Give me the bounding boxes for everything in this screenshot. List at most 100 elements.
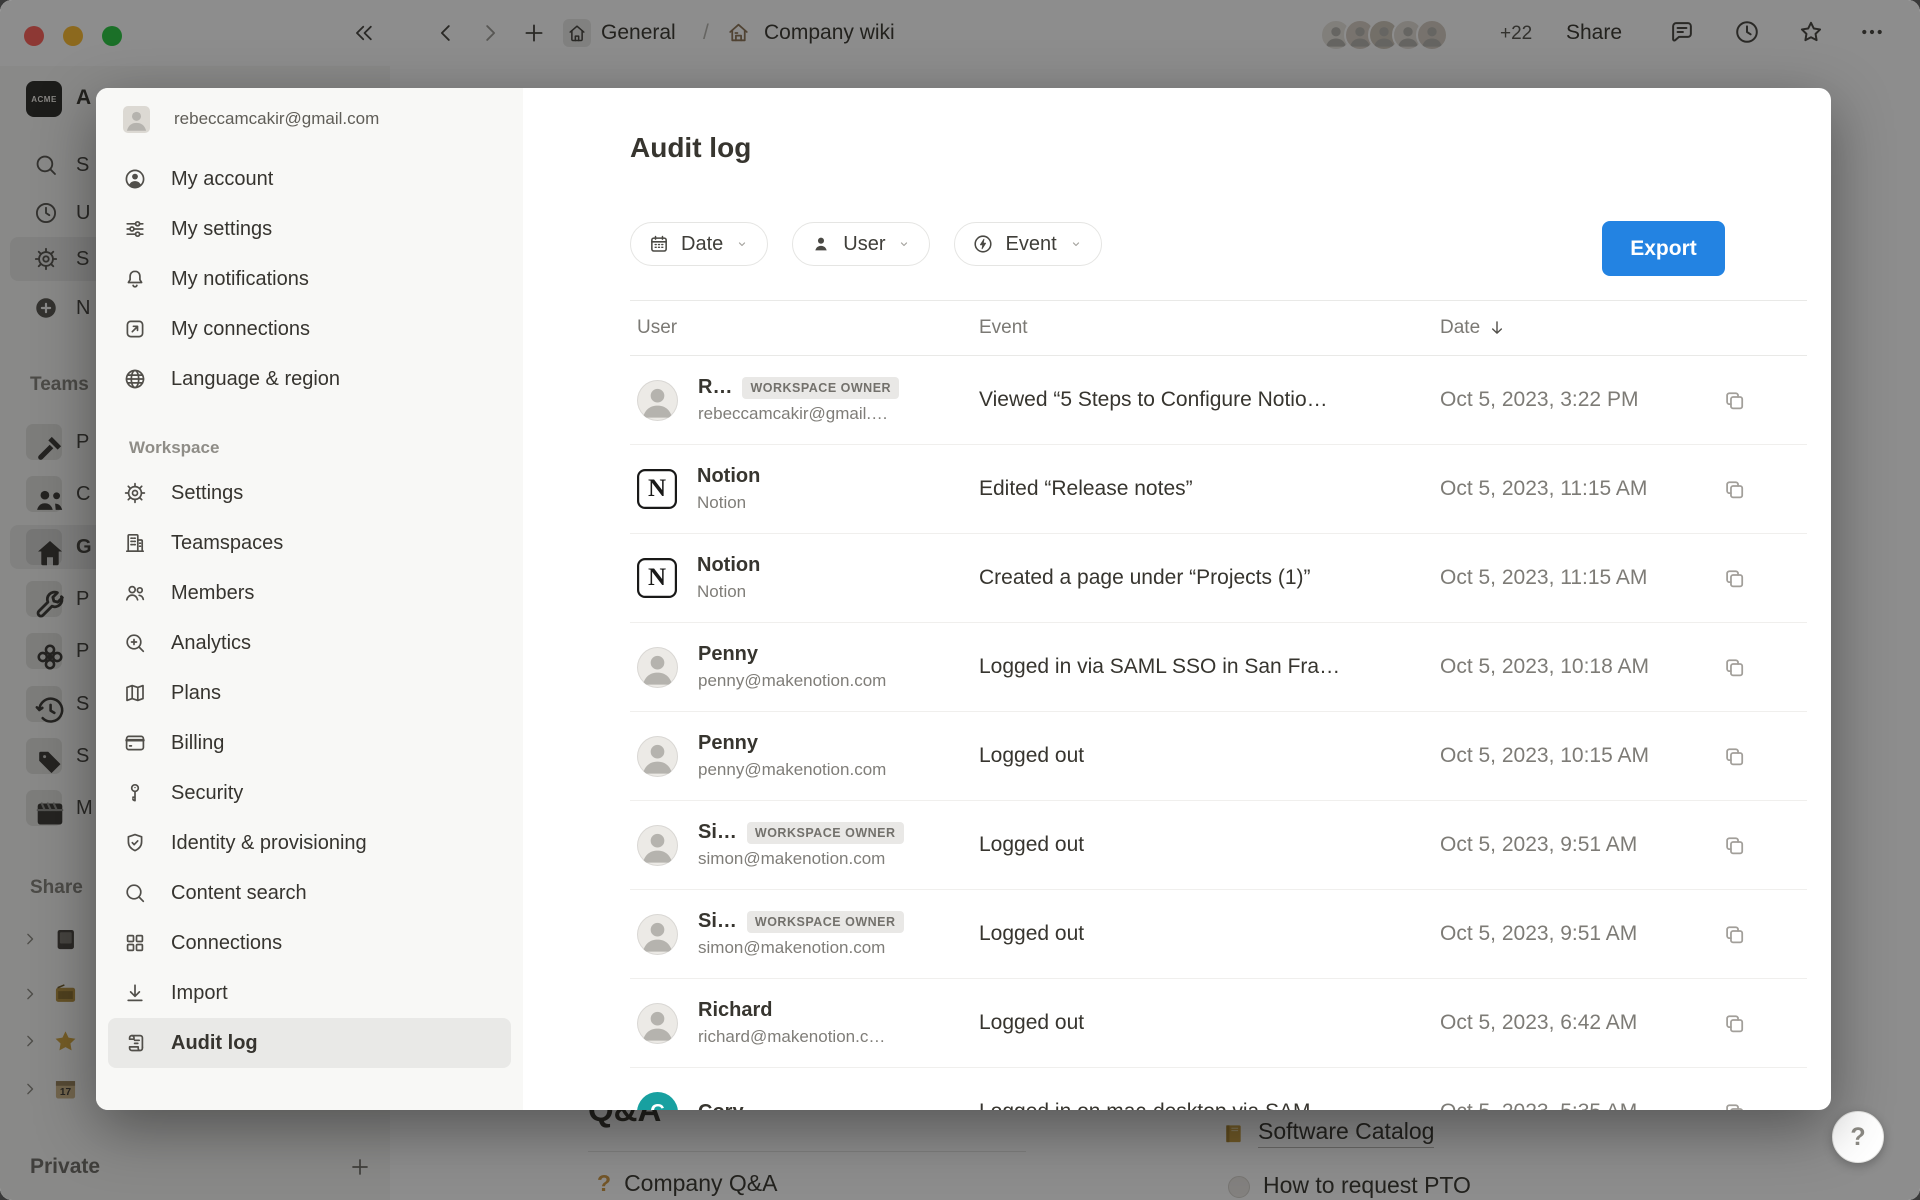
user-detail: Richard richard@makenotion.c…: [698, 999, 885, 1047]
copy-icon[interactable]: [1722, 477, 1747, 502]
settings-nav-billing[interactable]: Billing: [108, 718, 511, 768]
user-icon: [810, 233, 832, 255]
workspace-owner-badge: WORKSPACE OWNER: [747, 822, 904, 844]
filter-label: Event: [1005, 233, 1056, 256]
account-email: rebeccamcakir@gmail.com: [174, 109, 379, 129]
user-cell: Penny penny@makenotion.com: [630, 732, 979, 780]
table-row[interactable]: Si…WORKSPACE OWNERsimon@makenotion.comLo…: [630, 890, 1807, 979]
copy-cell: [1722, 477, 1807, 502]
copy-icon[interactable]: [1722, 1100, 1747, 1111]
user-detail: Penny penny@makenotion.com: [698, 732, 886, 780]
user-name-line: Notion: [697, 554, 760, 577]
chevron-down-icon: [896, 236, 912, 252]
settings-nav-import[interactable]: Import: [108, 968, 511, 1018]
table-row[interactable]: NNotionNotionCreated a page under “Proje…: [630, 534, 1807, 623]
table-row[interactable]: NNotionNotionEdited “Release notes”Oct 5…: [630, 445, 1807, 534]
event-cell: Edited “Release notes”: [979, 477, 1440, 501]
filter-label: User: [843, 233, 885, 256]
workspace-owner-badge: WORKSPACE OWNER: [742, 377, 899, 399]
settings-nav-language-region[interactable]: Language & region: [108, 354, 511, 404]
user-name: Notion: [697, 554, 760, 577]
date-column-header[interactable]: Date: [1440, 317, 1722, 339]
copy-cell: [1722, 655, 1807, 680]
globe-icon: [123, 367, 147, 391]
settings-nav-members[interactable]: Members: [108, 568, 511, 618]
nav-item-label: My settings: [171, 218, 272, 241]
table-header: User Event Date: [630, 301, 1807, 356]
copy-icon[interactable]: [1722, 922, 1747, 947]
nav-item-label: Language & region: [171, 368, 340, 391]
user-name: Notion: [697, 465, 760, 488]
filter-user[interactable]: User: [792, 222, 930, 266]
table-row[interactable]: R…WORKSPACE OWNERrebeccamcakir@gmail.…Vi…: [630, 356, 1807, 445]
user-name: Cory: [698, 1101, 744, 1111]
settings-nav-connections[interactable]: Connections: [108, 918, 511, 968]
date-cell: Oct 5, 2023, 6:42 AM: [1440, 1011, 1722, 1035]
bell-icon: [123, 267, 147, 291]
copy-icon[interactable]: [1722, 833, 1747, 858]
map-icon: [123, 681, 147, 705]
settings-nav-analytics[interactable]: Analytics: [108, 618, 511, 668]
event-column-header: Event: [979, 317, 1440, 339]
user-name-line: R… WORKSPACE OWNER: [698, 376, 899, 399]
avatar: [637, 1003, 678, 1044]
settings-nav-my-notifications[interactable]: My notifications: [108, 254, 511, 304]
event-cell: Logged in via SAML SSO in San Fra…: [979, 655, 1440, 679]
page-title: Audit log: [630, 131, 1807, 164]
nav-item-label: Plans: [171, 682, 221, 705]
table-row[interactable]: CCoryLogged in on mac-desktop via SAM…Oc…: [630, 1068, 1807, 1110]
table-row[interactable]: Pennypenny@makenotion.comLogged in via S…: [630, 623, 1807, 712]
nav-item-label: Members: [171, 582, 254, 605]
settings-nav-teamspaces[interactable]: Teamspaces: [108, 518, 511, 568]
account-icon: [123, 167, 147, 191]
settings-nav-identity-provisioning[interactable]: Identity & provisioning: [108, 818, 511, 868]
event-cell: Logged out: [979, 744, 1440, 768]
copy-cell: [1722, 922, 1807, 947]
avatar: N: [637, 558, 677, 598]
settings-nav-audit-log[interactable]: Audit log: [108, 1018, 511, 1068]
date-cell: Oct 5, 2023, 5:35 AM: [1440, 1100, 1722, 1110]
settings-nav-plans[interactable]: Plans: [108, 668, 511, 718]
settings-nav-my-settings[interactable]: My settings: [108, 204, 511, 254]
table-row[interactable]: Pennypenny@makenotion.comLogged outOct 5…: [630, 712, 1807, 801]
workspace-section-header: Workspace: [96, 438, 523, 458]
copy-icon[interactable]: [1722, 1011, 1747, 1036]
settings-nav-my-account[interactable]: My account: [108, 154, 511, 204]
user-detail: Notion Notion: [697, 465, 760, 513]
settings-nav-my-connections[interactable]: My connections: [108, 304, 511, 354]
user-detail: R…WORKSPACE OWNERrebeccamcakir@gmail.…: [698, 376, 899, 424]
copy-icon[interactable]: [1722, 566, 1747, 591]
user-cell: NNotionNotion: [630, 465, 979, 513]
settings-nav-content-search[interactable]: Content search: [108, 868, 511, 918]
sliders-icon: [123, 217, 147, 241]
user-email: simon@makenotion.com: [698, 938, 904, 958]
table-row[interactable]: Richard richard@makenotion.c… Logged outOc…: [630, 979, 1807, 1068]
user-name-line: Richard: [698, 999, 885, 1022]
user-email: penny@makenotion.com: [698, 760, 886, 780]
user-email: Notion: [697, 493, 760, 513]
event-cell: Logged out: [979, 922, 1440, 946]
user-name: Penny: [698, 643, 758, 666]
settings-nav-security[interactable]: Security: [108, 768, 511, 818]
avatar: [637, 914, 678, 955]
filter-date[interactable]: Date: [630, 222, 768, 266]
user-cell: Si…WORKSPACE OWNERsimon@makenotion.com: [630, 910, 979, 958]
copy-icon[interactable]: [1722, 655, 1747, 680]
help-button[interactable]: ?: [1832, 1111, 1884, 1163]
avatar: [637, 825, 678, 866]
user-email: richard@makenotion.c…: [698, 1027, 885, 1047]
table-row[interactable]: Si…WORKSPACE OWNERsimon@makenotion.comLo…: [630, 801, 1807, 890]
copy-icon[interactable]: [1722, 388, 1747, 413]
copy-icon[interactable]: [1722, 744, 1747, 769]
filter-event[interactable]: Event: [954, 222, 1101, 266]
user-name: R…: [698, 376, 732, 399]
building-icon: [123, 531, 147, 555]
user-name-line: Penny: [698, 732, 886, 755]
user-name-line: Si…WORKSPACE OWNER: [698, 821, 904, 844]
audit-table: User Event Date R…WORKSPACE OWNERrebecca…: [630, 300, 1807, 1110]
grid-icon: [123, 931, 147, 955]
user-cell: R…WORKSPACE OWNERrebeccamcakir@gmail.…: [630, 376, 979, 424]
settings-nav-settings[interactable]: Settings: [108, 468, 511, 518]
export-button[interactable]: Export: [1602, 221, 1725, 276]
event-cell: Logged out: [979, 1011, 1440, 1035]
